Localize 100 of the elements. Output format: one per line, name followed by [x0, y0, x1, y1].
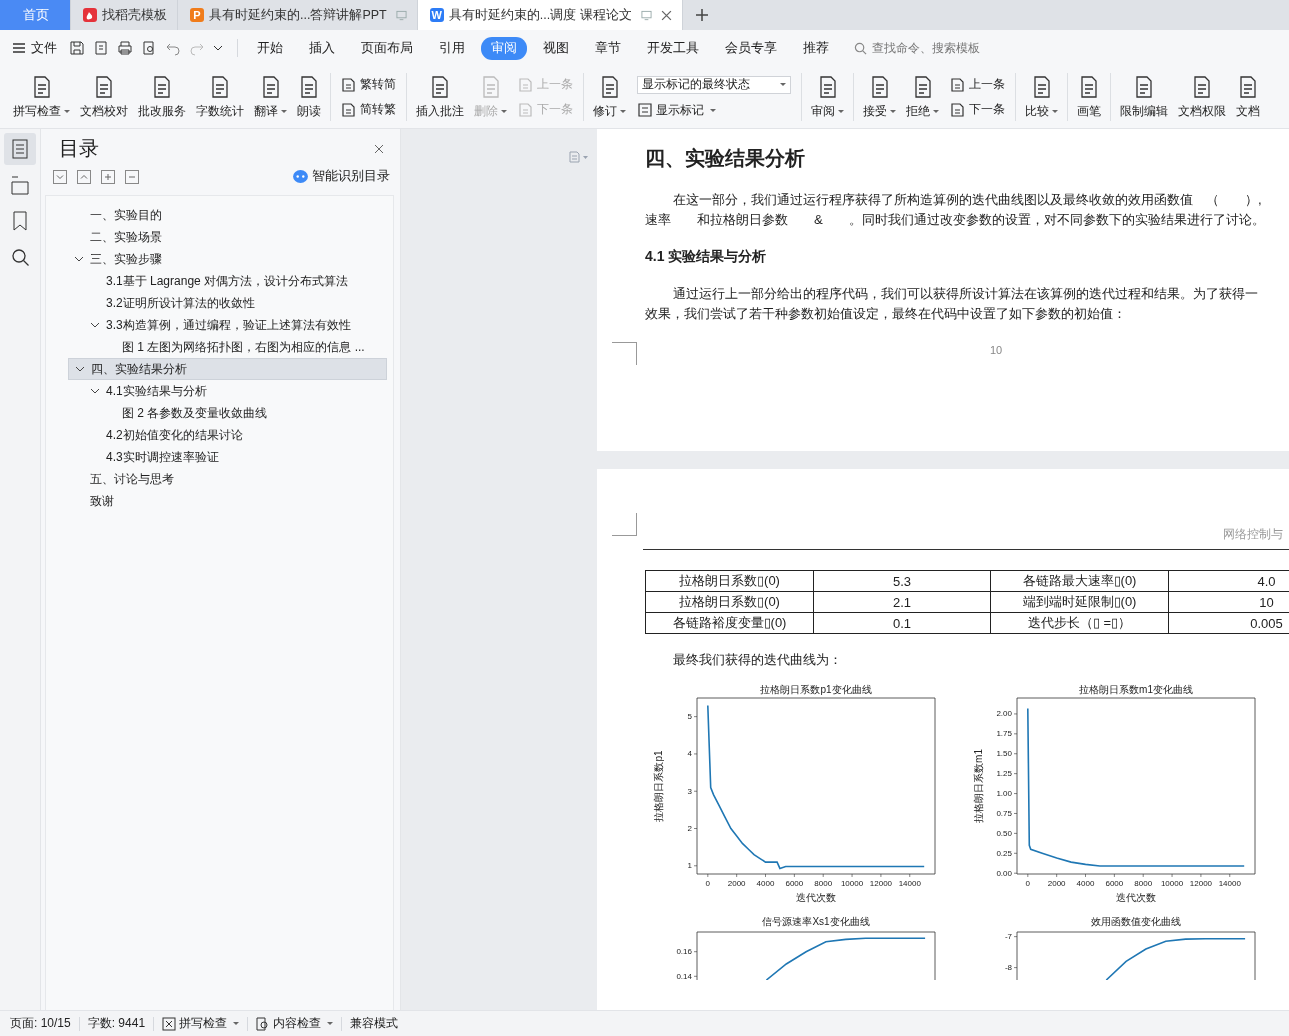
table-cell: 4.0	[1168, 570, 1289, 592]
outline-item[interactable]: 4.3实时调控速率验证	[68, 446, 387, 468]
outline-item[interactable]: 图 2 各参数及变量收敛曲线	[68, 402, 387, 424]
caret-icon	[64, 109, 70, 113]
paragraph-line: 速率 和拉格朗日参数 & 。同时我们通过改变参数的设置，对不同参数下的实验结果进行了讨论。	[645, 211, 1266, 229]
tick-label: 5	[687, 712, 692, 722]
outline-item[interactable]: 三、实验步骤	[68, 248, 387, 270]
ribbon-button[interactable]: 文档	[1231, 70, 1265, 124]
ribbon-button[interactable]: 审阅	[806, 70, 849, 124]
subsection-heading: 4.1 实验结果与分析	[645, 248, 768, 266]
ribbon-button[interactable]: 接受	[858, 70, 901, 124]
outline-item[interactable]: 二、实验场景	[68, 226, 387, 248]
tick-label: 1.50	[996, 749, 1012, 759]
minus-icon[interactable]	[125, 169, 139, 184]
outline-item[interactable]: 五、讨论与思考	[68, 468, 387, 490]
chevron-icon[interactable]	[75, 364, 85, 374]
outline-item[interactable]: 致谢	[68, 490, 387, 512]
status-text: 兼容模式	[350, 1015, 399, 1032]
paragraph-line: 在这一部分，我们通过运行程序获得了所构造算例的迭代曲线图以及最终收敛的效用函数值 （ ）,	[672, 191, 1263, 209]
caret-icon	[710, 108, 716, 112]
ribbon-tab[interactable]: 推荐	[793, 36, 839, 60]
collapse-all-icon[interactable]	[77, 169, 91, 184]
ribbon-button[interactable]: 修订	[588, 70, 631, 124]
ribbon-button[interactable]: 简转繁	[341, 101, 396, 118]
status-button[interactable]: 拼写检查	[162, 1015, 240, 1032]
ribbon-button[interactable]: 显示标记	[637, 101, 791, 119]
close-icon[interactable]	[660, 9, 672, 21]
ribbon-button[interactable]: 文档权限	[1173, 70, 1231, 124]
panel-title: 目录	[59, 136, 99, 161]
page-header: 网络控制与	[1223, 527, 1283, 542]
ribbon-tab[interactable]: 会员专享	[715, 36, 787, 60]
ribbon-button[interactable]: 插入批注	[411, 70, 469, 124]
ribbon-button[interactable]: 翻译	[249, 70, 292, 124]
outline-item[interactable]: 四、实验结果分析	[68, 358, 387, 380]
ribbon-button[interactable]: 下一条	[950, 101, 1005, 118]
ribbon-tab[interactable]: 开始	[247, 36, 293, 60]
tick-label: 14000	[1218, 879, 1241, 888]
ribbon-button[interactable]: 画笔	[1072, 70, 1106, 124]
document-icon	[341, 101, 357, 118]
axis-label: 迭代次数	[1116, 892, 1156, 903]
file-menu[interactable]: 文件	[12, 39, 57, 57]
chevron-down-icon[interactable]	[213, 43, 223, 53]
table-cell: 拉格朗日系数▯(0)	[645, 591, 814, 613]
tick-label: 4	[687, 749, 692, 759]
tick-label: 0	[705, 879, 711, 888]
outline-item[interactable]: 图 1 左图为网络拓扑图，右图为相应的信息 ...	[68, 336, 387, 358]
smart-toc-button[interactable]: 智能识别目录	[293, 168, 390, 185]
tick-label: 12000	[1189, 879, 1213, 888]
ribbon-button[interactable]: 拼写检查	[8, 70, 75, 124]
tick-label: 0.75	[996, 809, 1012, 818]
tick-label: 0.50	[996, 828, 1012, 838]
ribbon-tab[interactable]: 引用	[429, 36, 475, 60]
chevron-icon[interactable]	[90, 320, 100, 330]
outline-item[interactable]: 4.2初始值变化的结果讨论	[68, 424, 387, 446]
document-icon	[341, 76, 357, 93]
save-icon[interactable]	[69, 40, 85, 56]
markup-dropdown[interactable]: 显示标记的最终状态	[637, 75, 791, 94]
outline-icon[interactable]	[4, 133, 36, 165]
preview-icon[interactable]	[141, 40, 157, 56]
plus-icon[interactable]	[101, 169, 115, 184]
ribbon-button[interactable]: 上一条	[950, 76, 1005, 93]
caret-icon	[233, 1022, 240, 1025]
outline-item[interactable]: 3.3构造算例，通过编程，验证上述算法有效性	[68, 314, 387, 336]
tick-label: 4000	[756, 879, 775, 888]
ribbon-button[interactable]: 字数统计	[191, 70, 249, 124]
chevron-icon[interactable]	[74, 254, 84, 264]
outline-item[interactable]: 3.1基于 Lagrange 对偶方法，设计分布式算法	[68, 270, 387, 292]
ribbon-button[interactable]: 朗读	[292, 70, 326, 124]
ribbon-tab[interactable]: 开发工具	[637, 36, 709, 60]
expand-all-icon[interactable]	[53, 169, 67, 184]
tick-label: 1.00	[996, 789, 1012, 799]
ribbon-button[interactable]: 文档校对	[75, 70, 133, 124]
new-tab-icon[interactable]	[694, 8, 709, 22]
chevron-icon[interactable]	[90, 386, 100, 396]
ribbon-button[interactable]: 拒绝	[901, 70, 944, 124]
ribbon-tab[interactable]: 视图	[533, 36, 579, 60]
search-field[interactable]: 查找命令、搜索模板	[854, 40, 1004, 56]
document-icon	[950, 76, 966, 93]
tick-label: 10000	[840, 879, 864, 888]
outline-item[interactable]: 4.1实验结果与分析	[68, 380, 387, 402]
outline-item[interactable]: 3.2证明所设计算法的收敛性	[68, 292, 387, 314]
ribbon-tab[interactable]: 页面布局	[351, 36, 423, 60]
print-icon[interactable]	[117, 40, 133, 56]
ribbon-button[interactable]: 比较	[1020, 70, 1063, 124]
ribbon-tab[interactable]: 章节	[585, 36, 631, 60]
tick-label: 3	[687, 786, 692, 796]
ribbon-button[interactable]: 限制编辑	[1115, 70, 1173, 124]
ribbon-button[interactable]: 批改服务	[133, 70, 191, 124]
ribbon-button[interactable]: 繁转简	[341, 76, 396, 93]
outline-item[interactable]: 一、实验目的	[68, 204, 387, 226]
table-cell: 5.3	[813, 570, 991, 592]
tick-label: 14000	[898, 879, 921, 888]
status-button[interactable]: 内容检查	[256, 1015, 334, 1032]
document-tab[interactable]: W 具有时延约束的...调度 课程论文	[417, 0, 683, 30]
close-icon[interactable]	[374, 143, 384, 154]
ribbon-tab[interactable]: 插入	[299, 36, 345, 60]
document-icon[interactable]	[569, 151, 589, 163]
monitor-icon[interactable]	[640, 9, 652, 21]
tick-label: -7	[1004, 932, 1012, 942]
monitor-icon[interactable]	[395, 9, 407, 21]
